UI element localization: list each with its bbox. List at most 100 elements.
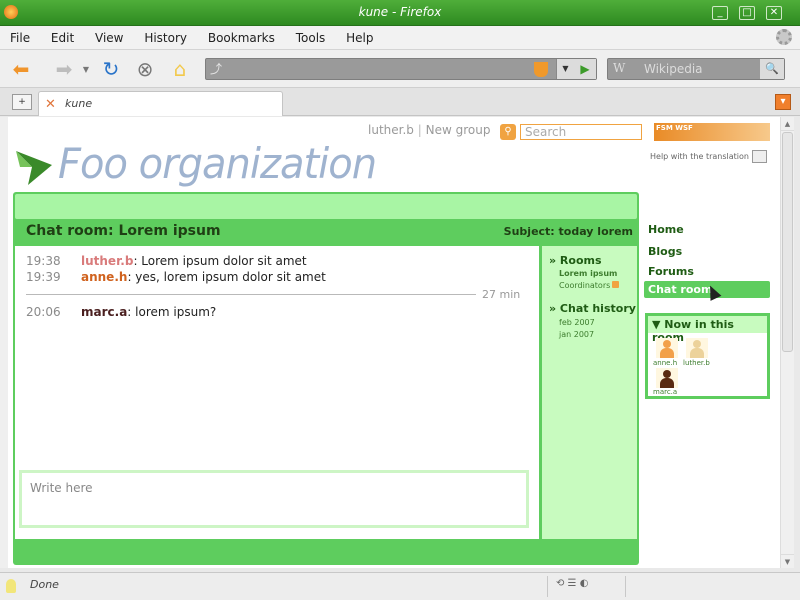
message-text: : Lorem ipsum dolor sit amet <box>133 254 307 268</box>
menu-help[interactable]: Help <box>336 26 380 45</box>
avatar-label[interactable]: anne.h <box>653 359 677 367</box>
user-avatar-icon[interactable] <box>686 338 708 358</box>
navigation-toolbar: ⬅ ➡ ▼ ↻ ⊗ ⌂ ⤴ ▼ ▶ W Wikipedia 🔍 <box>0 50 800 88</box>
history-item[interactable]: feb 2007 <box>559 318 595 327</box>
chat-message: 19:39 anne.h: yes, lorem ipsum dolor sit … <box>26 270 326 284</box>
menubar: File Edit View History Bookmarks Tools H… <box>0 26 800 50</box>
tab-label: kune <box>65 97 93 110</box>
avatar-label[interactable]: luther.b <box>683 359 710 367</box>
status-text: Done <box>30 578 59 591</box>
new-tab-icon[interactable]: + <box>12 94 32 110</box>
now-in-room-heading[interactable]: ▼ Now in this room <box>648 316 767 344</box>
list-all-tabs-icon[interactable]: ▾ <box>775 94 791 110</box>
menu-history[interactable]: History <box>134 26 194 45</box>
web-search-input[interactable]: W Wikipedia 🔍 <box>607 58 785 80</box>
now-in-room-panel: ▼ Now in this room anne.h luther.b marc.… <box>645 313 770 399</box>
time-gap-divider <box>26 294 476 295</box>
rooms-heading[interactable]: » Rooms <box>549 254 602 267</box>
message-text: : lorem ipsum? <box>127 305 217 319</box>
forward-button[interactable]: ➡ <box>52 57 76 81</box>
scroll-thumb[interactable] <box>782 132 793 352</box>
window-title: kune - Firefox <box>358 5 442 19</box>
reload-icon[interactable]: ↻ <box>99 57 123 81</box>
chat-history-heading[interactable]: » Chat history <box>549 302 636 315</box>
tab-bar: + ✕ kune ▾ <box>0 88 800 116</box>
message-user[interactable]: luther.b <box>81 254 133 268</box>
page-search-input[interactable]: Search <box>520 124 642 140</box>
search-engine-label: Wikipedia <box>644 62 703 76</box>
username-link[interactable]: luther.b <box>368 123 414 137</box>
activity-throbber-icon <box>776 29 792 45</box>
fsm-wsf-banner[interactable]: FSM WSF <box>654 123 770 141</box>
page-favicon-icon: ⤴ <box>210 62 223 76</box>
message-time: 19:39 <box>26 270 61 284</box>
help-translation-link[interactable]: Help with the translation <box>650 152 749 161</box>
close-button[interactable]: ✕ <box>766 6 782 20</box>
new-group-link[interactable]: New group <box>426 123 491 137</box>
kune-favicon-icon: ✕ <box>45 97 56 112</box>
home-icon[interactable]: ⌂ <box>168 57 192 81</box>
avatar-head <box>663 370 671 378</box>
page-viewport: luther.b | New group ⚲ Search FSM WSF He… <box>8 117 780 568</box>
user-links: luther.b | New group <box>368 123 490 137</box>
avatar-head <box>693 340 701 348</box>
chat-room-title: Chat room: Lorem ipsum <box>26 223 221 239</box>
chat-toolbar <box>15 194 637 219</box>
nav-forums[interactable]: Forums <box>648 265 694 278</box>
organization-name: Foo organization <box>58 140 377 189</box>
chat-input[interactable]: Write here <box>19 470 529 528</box>
history-item[interactable]: jan 2007 <box>559 330 594 339</box>
history-dropdown-icon[interactable]: ▼ <box>80 57 92 81</box>
scroll-up-icon[interactable]: ▲ <box>781 117 794 131</box>
avatar-head <box>663 340 671 348</box>
window-titlebar: kune - Firefox _ □ ✕ <box>0 0 800 26</box>
avatar-body <box>690 348 704 358</box>
maximize-button[interactable]: □ <box>739 6 755 20</box>
coordinators-label: Coordinators <box>559 281 611 290</box>
stop-icon[interactable]: ⊗ <box>133 57 157 81</box>
menu-file[interactable]: File <box>0 26 37 45</box>
chat-panel: Chat room: Lorem ipsum Subject: today lo… <box>13 192 639 565</box>
user-avatar-icon[interactable] <box>656 338 678 358</box>
statusbar-addons-icon[interactable]: ⟲ ☰ ◐ <box>556 578 588 589</box>
room-link[interactable]: Lorem ipsum <box>559 269 617 278</box>
url-input[interactable]: ⤴ ▼ ▶ <box>205 58 597 80</box>
message-user[interactable]: anne.h <box>81 270 127 284</box>
chat-sidebar: » Rooms Lorem ipsum Coordinators » Chat … <box>542 246 637 539</box>
nav-blogs[interactable]: Blogs <box>648 245 682 258</box>
search-icon[interactable]: 🔍 <box>760 59 784 79</box>
kune-logo-icon <box>16 151 52 185</box>
page-scrollbar[interactable]: ▲ ▼ <box>780 117 794 568</box>
nav-home[interactable]: Home <box>648 223 684 236</box>
tab-kune[interactable]: ✕ kune <box>38 91 283 116</box>
user-avatar-icon[interactable] <box>656 368 678 388</box>
time-gap-label: 27 min <box>482 288 521 301</box>
back-button[interactable]: ⬅ <box>9 57 33 81</box>
message-time: 20:06 <box>26 305 61 319</box>
chat-messages: 19:38 luther.b: Lorem ipsum dolor sit ame… <box>15 246 539 539</box>
message-user[interactable]: marc.a <box>81 305 127 319</box>
avatar-body <box>660 348 674 358</box>
statusbar: Done ⟲ ☰ ◐ <box>0 572 800 600</box>
translation-icon[interactable] <box>752 150 767 163</box>
chat-message: 20:06 marc.a: lorem ipsum? <box>26 305 216 319</box>
chat-subject: Subject: today lorem <box>503 225 633 238</box>
chat-message: 19:38 luther.b: Lorem ipsum dolor sit ame… <box>26 254 307 268</box>
menu-edit[interactable]: Edit <box>41 26 81 45</box>
page-search-icon[interactable]: ⚲ <box>500 124 516 140</box>
lock-icon <box>612 281 620 288</box>
statusbar-divider <box>625 576 626 597</box>
message-text: : yes, lorem ipsum dolor sit amet <box>127 270 326 284</box>
feed-icon[interactable] <box>534 62 548 77</box>
menu-bookmarks[interactable]: Bookmarks <box>198 26 282 45</box>
menu-tools[interactable]: Tools <box>286 26 333 45</box>
separator: | <box>417 123 422 137</box>
url-dropdown-button[interactable]: ▼ <box>556 59 574 79</box>
coordinators-link[interactable]: Coordinators <box>559 281 620 290</box>
scroll-down-icon[interactable]: ▼ <box>781 554 794 568</box>
avatar-label[interactable]: marc.a <box>653 388 677 396</box>
wikipedia-icon: W <box>613 61 626 75</box>
menu-view[interactable]: View <box>85 26 130 45</box>
minimize-button[interactable]: _ <box>712 6 728 20</box>
go-button[interactable]: ▶ <box>574 59 596 79</box>
